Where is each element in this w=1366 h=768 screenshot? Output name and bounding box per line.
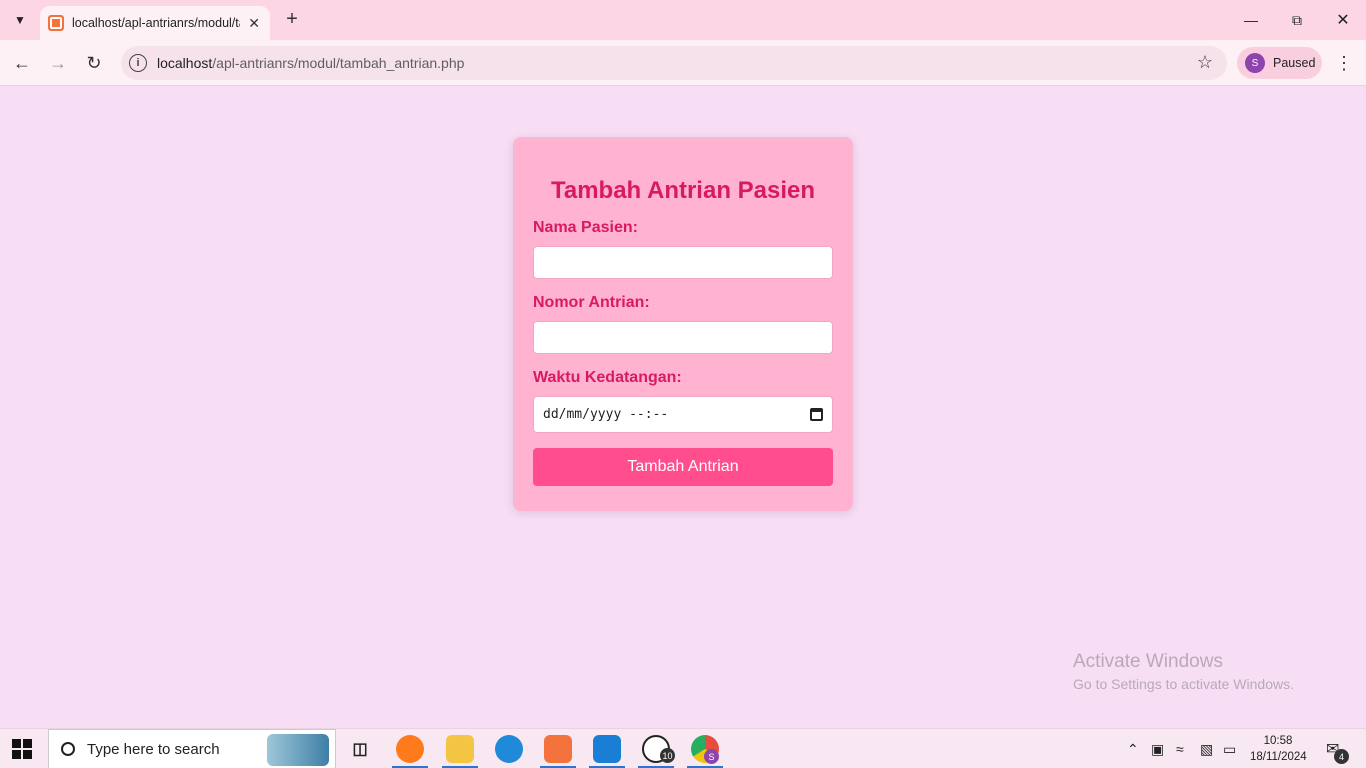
avatar: S: [1245, 53, 1265, 73]
xampp-favicon-icon: [48, 15, 64, 31]
tab-close-icon[interactable]: ✕: [248, 15, 260, 32]
system-clock[interactable]: 10:58 18/11/2024: [1250, 733, 1307, 765]
taskbar: Type here to search ◫ 10 S ⌃ ▣ ≈ ▧ ▭ 10:…: [0, 728, 1366, 768]
whatsapp-badge: 10: [660, 748, 675, 763]
site-info-icon[interactable]: i: [129, 54, 147, 72]
bookmark-star-icon[interactable]: ☆: [1197, 52, 1213, 73]
vscode-icon[interactable]: [593, 735, 621, 763]
back-icon[interactable]: ←: [7, 48, 37, 78]
nama-pasien-label: Nama Pasien:: [533, 219, 638, 236]
address-bar[interactable]: i localhost/apl-antrianrs/modul/tambah_a…: [121, 46, 1227, 80]
tab-strip: ▼ localhost/apl-antrianrs/modul/tambah_a…: [0, 0, 1366, 40]
reload-icon[interactable]: ↻: [79, 48, 109, 78]
browser-toolbar: ← → ↻ i localhost/apl-antrianrs/modul/ta…: [0, 40, 1366, 86]
menu-kebab-icon[interactable]: ⋮: [1333, 48, 1355, 78]
new-tab-icon[interactable]: +: [280, 8, 304, 32]
url-path: /apl-antrianrs/modul/tambah_antrian.php: [212, 55, 465, 71]
calendar-icon[interactable]: [810, 408, 823, 421]
search-highlight-image: [267, 734, 329, 766]
tab-search-icon[interactable]: ▼: [6, 6, 34, 34]
show-hidden-icons-icon[interactable]: ⌃: [1127, 729, 1139, 768]
tambah-antrian-button[interactable]: Tambah Antrian: [533, 448, 833, 486]
nama-pasien-input[interactable]: [533, 246, 833, 279]
url-host: localhost: [157, 55, 213, 71]
nomor-antrian-input[interactable]: [533, 321, 833, 354]
minimize-icon[interactable]: —: [1228, 0, 1274, 40]
clock-date: 18/11/2024: [1250, 751, 1307, 763]
chrome-profile-badge: S: [704, 749, 719, 764]
page-title: Tambah Antrian Pasien: [550, 177, 816, 204]
watermark-title: Activate Windows: [1073, 651, 1223, 672]
battery-icon[interactable]: ▭: [1223, 729, 1236, 768]
start-icon[interactable]: [12, 739, 32, 759]
profile-button[interactable]: S Paused: [1237, 47, 1322, 79]
waktu-kedatangan-label: Waktu Kedatangan:: [533, 369, 682, 386]
activate-windows-watermark: Activate Windows Go to Settings to activ…: [1073, 651, 1294, 692]
nomor-antrian-label: Nomor Antrian:: [533, 294, 650, 311]
search-icon: [61, 742, 75, 756]
clock-time: 10:58: [1263, 735, 1293, 747]
close-window-icon[interactable]: ✕: [1320, 0, 1366, 40]
notification-count-badge: 4: [1334, 749, 1349, 764]
wifi-icon[interactable]: ≈: [1176, 729, 1184, 768]
form-card: Tambah Antrian Pasien Nama Pasien: Nomor…: [513, 137, 853, 511]
security-tray-icon[interactable]: ▣: [1151, 729, 1164, 768]
waktu-kedatangan-input[interactable]: dd/mm/yyyy --:--: [533, 396, 833, 433]
display-tray-icon[interactable]: ▧: [1200, 729, 1213, 768]
task-view-icon[interactable]: ◫: [346, 735, 374, 763]
taskbar-search-placeholder: Type here to search: [87, 740, 220, 758]
taskbar-search[interactable]: Type here to search: [48, 729, 336, 768]
profile-status: Paused: [1273, 56, 1316, 70]
firefox-icon[interactable]: [396, 735, 424, 763]
browser-tab[interactable]: localhost/apl-antrianrs/modul/tambah_ant…: [40, 6, 270, 40]
tab-title: localhost/apl-antrianrs/modul/tambah_ant…: [72, 16, 240, 30]
restore-icon[interactable]: ⧉: [1274, 0, 1320, 40]
xampp-icon[interactable]: [544, 735, 572, 763]
file-explorer-icon[interactable]: [446, 735, 474, 763]
forward-icon[interactable]: →: [43, 48, 73, 78]
edge-icon[interactable]: [495, 735, 523, 763]
datetime-placeholder: dd/mm/yyyy --:--: [543, 407, 669, 422]
watermark-subtitle: Go to Settings to activate Windows.: [1073, 676, 1294, 692]
